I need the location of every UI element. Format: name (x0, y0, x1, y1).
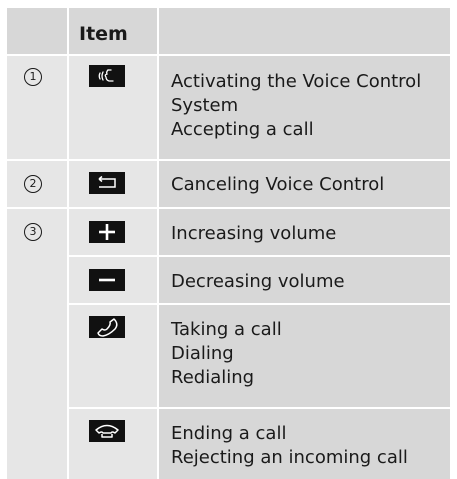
number-cell-3 (7, 209, 67, 479)
group-number-2: 2 (24, 175, 42, 193)
desc-line: Ending a call (171, 423, 287, 444)
desc-line: System (171, 95, 239, 116)
controls-table: Item 1 2 3 Activating the Voice Control … (7, 0, 450, 479)
desc-line: Increasing volume (171, 223, 337, 244)
group-number-3: 3 (24, 223, 42, 241)
desc-line: Decreasing volume (171, 271, 345, 292)
plus-key-icon (89, 221, 125, 243)
phone-pickup-key-icon (89, 316, 125, 338)
desc-back: Canceling Voice Control (171, 173, 384, 197)
header-cell-number (7, 8, 67, 54)
desc-voice: Activating the Voice Control System Acce… (171, 70, 421, 142)
desc-line: Redialing (171, 367, 255, 388)
header-cell-function (159, 8, 450, 54)
desc-hangup: Ending a call Rejecting an incoming call (171, 422, 408, 470)
header-item-label: Item (79, 23, 128, 45)
desc-line: Rejecting an incoming call (171, 447, 408, 468)
desc-pickup: Taking a call Dialing Redialing (171, 318, 282, 390)
desc-minus: Decreasing volume (171, 270, 345, 294)
back-key-icon (89, 172, 125, 194)
desc-line: Taking a call (171, 319, 282, 340)
desc-line: Accepting a call (171, 119, 314, 140)
minus-key-icon (89, 269, 125, 291)
group-number-1: 1 (24, 68, 42, 86)
desc-line: Activating the Voice Control (171, 71, 422, 92)
voice-control-key-icon (89, 65, 125, 87)
desc-plus: Increasing volume (171, 222, 336, 246)
desc-line: Dialing (171, 343, 234, 364)
desc-line: Canceling Voice Control (171, 174, 385, 195)
phone-hangup-key-icon (89, 420, 125, 442)
